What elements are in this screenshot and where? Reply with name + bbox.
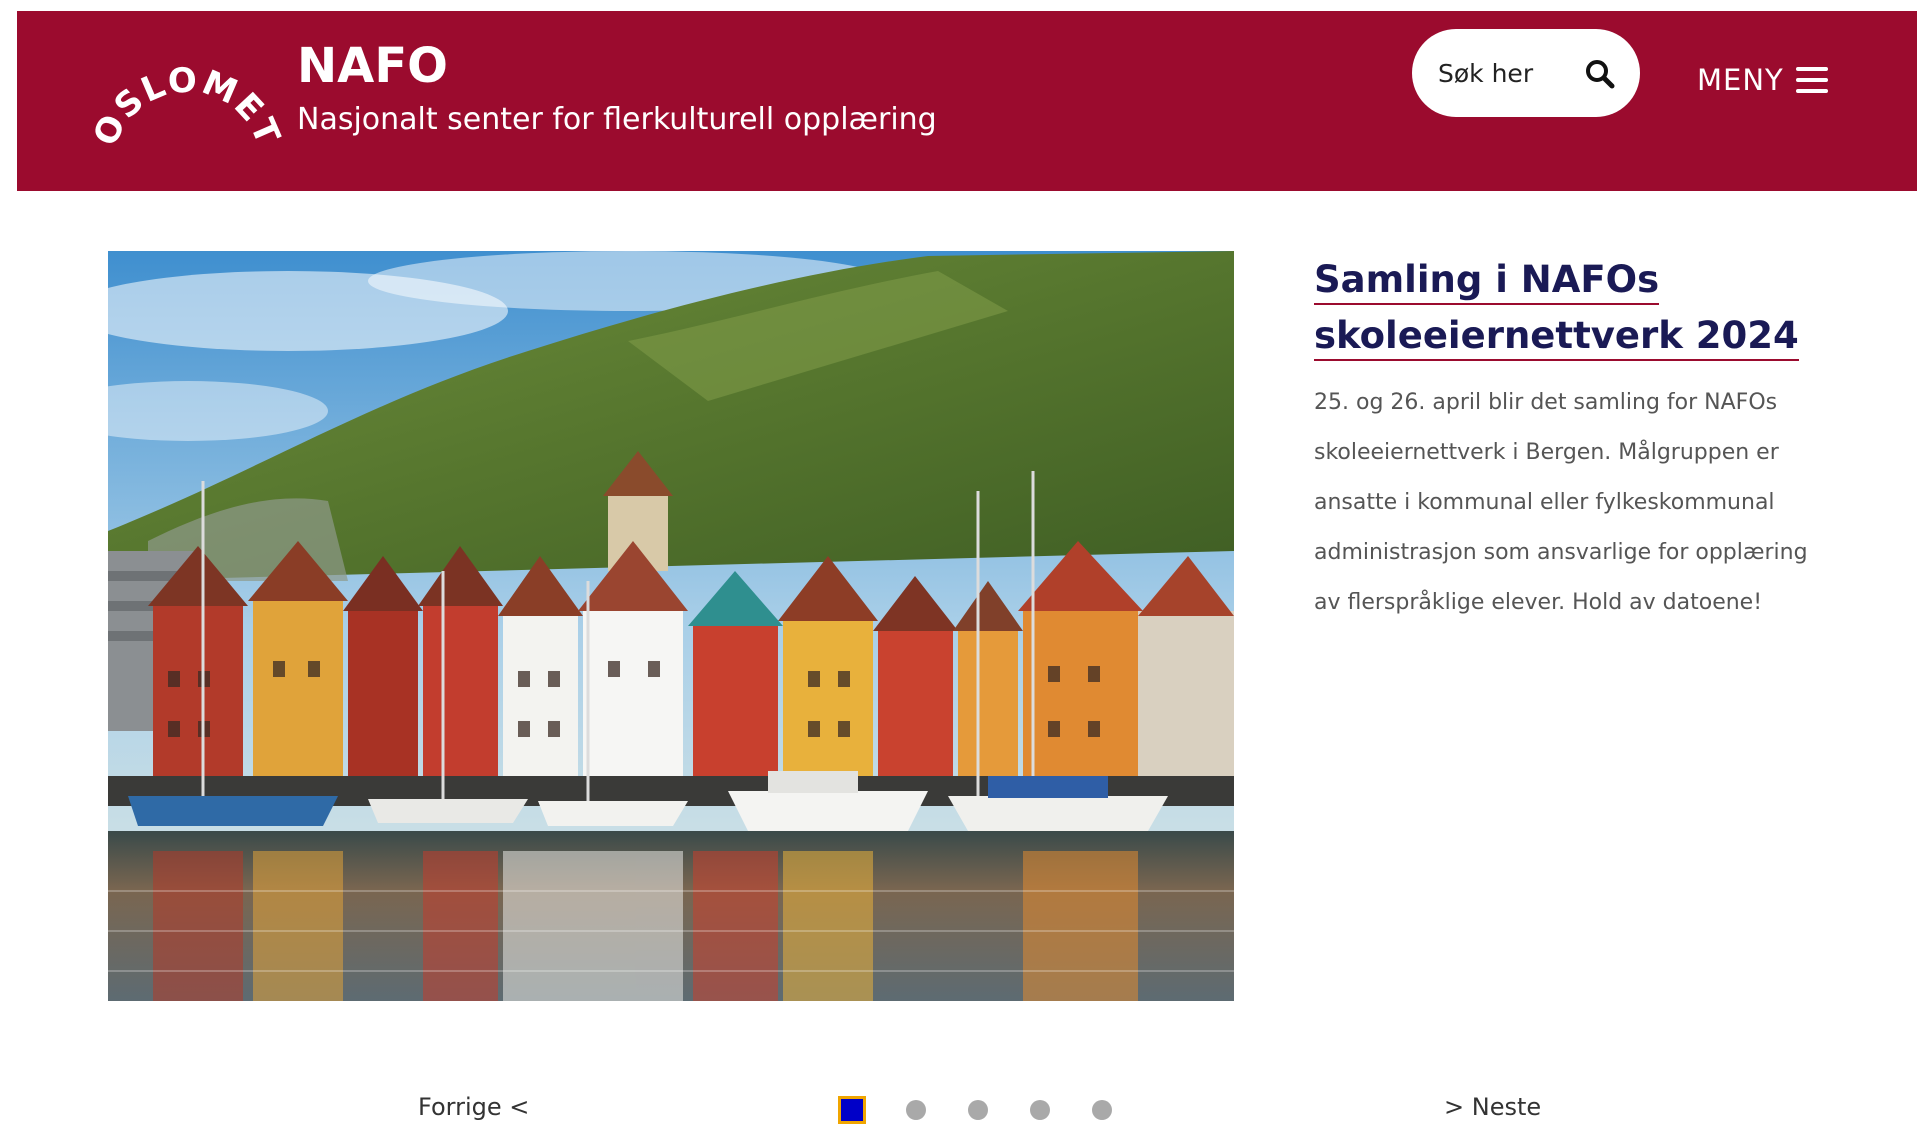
carousel-previous-button[interactable]: Forrige < (418, 1093, 529, 1121)
carousel-pagination (838, 1096, 1112, 1124)
carousel-dot-active[interactable] (838, 1096, 866, 1124)
site-subtitle: Nasjonalt senter for flerkulturell opplæ… (297, 102, 937, 137)
svg-text:OSLOMET: OSLOMET (87, 61, 287, 152)
slide-title-link[interactable]: Samling i NAFOs skoleeiernettverk 2024 (1314, 258, 1799, 361)
slide-description: 25. og 26. april blir det samling for NA… (1314, 390, 1808, 615)
carousel-dot[interactable] (1030, 1100, 1050, 1120)
search-box (1412, 29, 1640, 117)
carousel-dot[interactable] (906, 1100, 926, 1120)
menu-button[interactable]: MENY (1697, 55, 1828, 105)
carousel-dot[interactable] (1092, 1100, 1112, 1120)
site-header: OSLOMET NAFO Nasjonalt senter for flerku… (17, 11, 1917, 191)
page: OSLOMET NAFO Nasjonalt senter for flerku… (0, 0, 1917, 1130)
oslomet-logo: OSLOMET (87, 61, 287, 152)
hamburger-icon (1795, 67, 1828, 93)
carousel-dot[interactable] (968, 1100, 988, 1120)
search-icon[interactable] (1584, 58, 1616, 90)
slide-title: Samling i NAFOs skoleeiernettverk 2024 (1314, 252, 1834, 364)
menu-label: MENY (1697, 63, 1784, 97)
slide-image[interactable] (108, 251, 1234, 1001)
bryggen-harbor-illustration (108, 251, 1234, 1001)
search-input[interactable] (1438, 53, 1568, 93)
site-title[interactable]: NAFO (297, 31, 448, 101)
carousel-next-button[interactable]: > Neste (1444, 1093, 1541, 1121)
